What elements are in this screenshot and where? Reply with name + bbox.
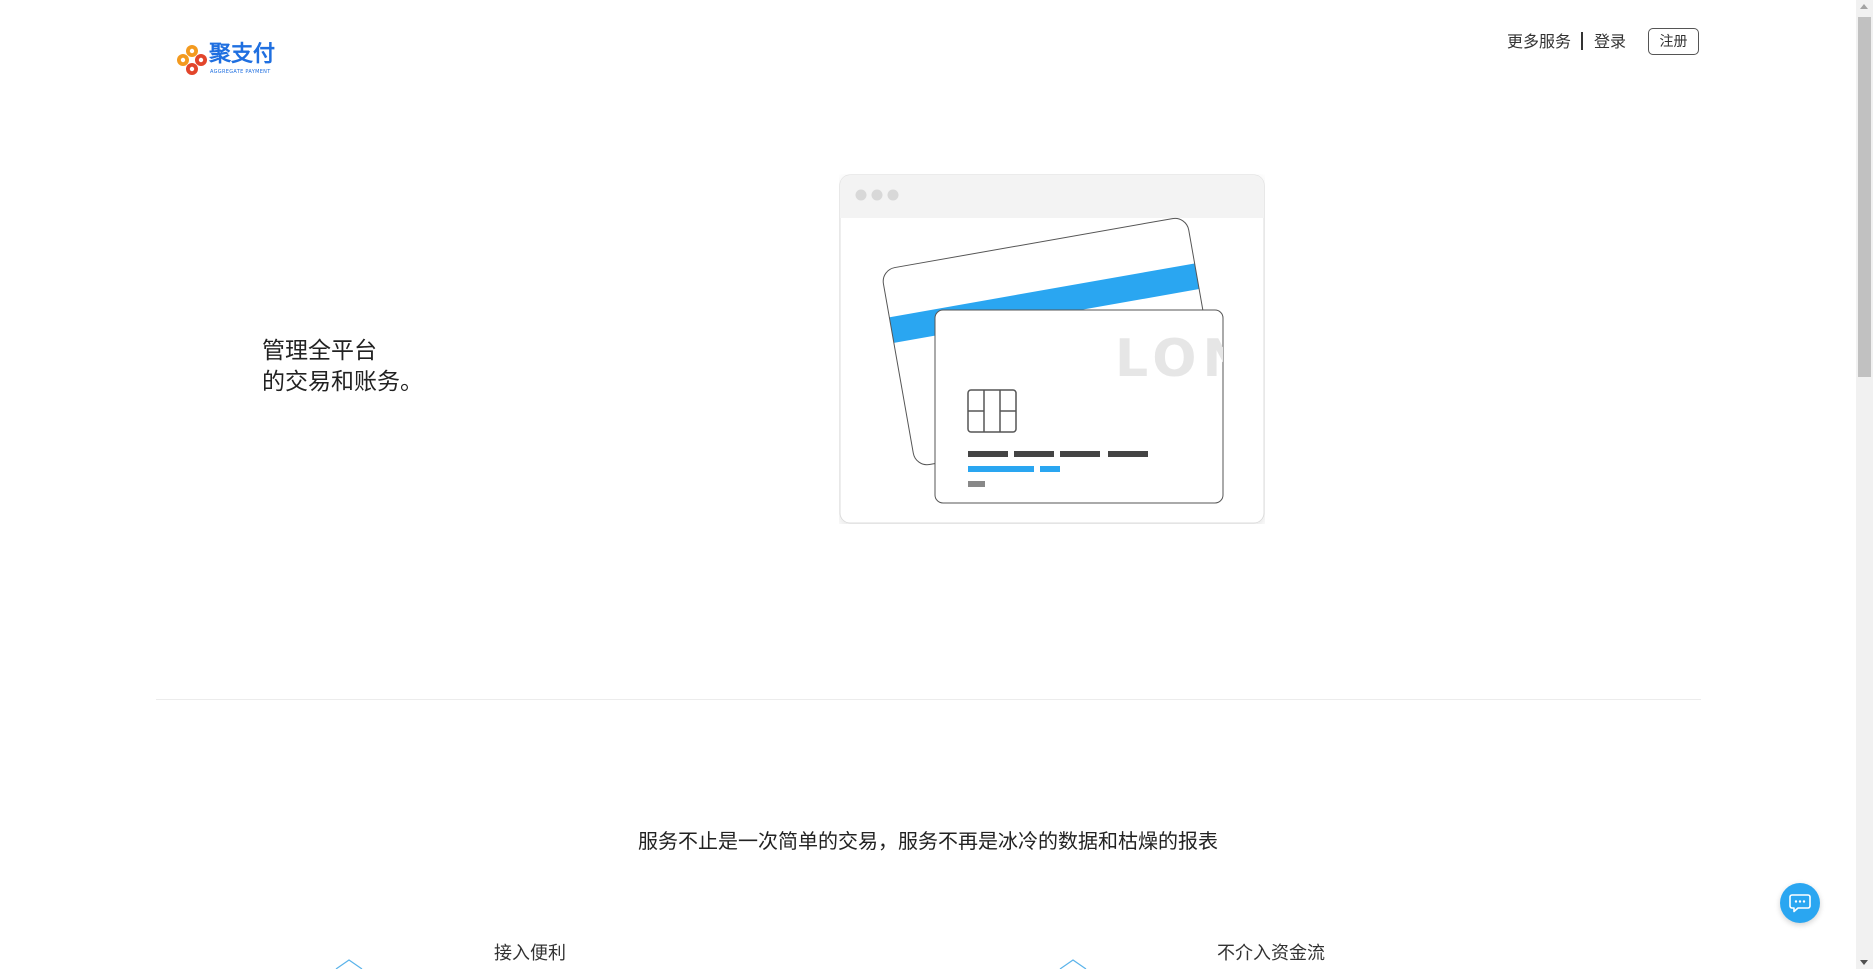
window-dot-icon (871, 189, 883, 201)
scroll-down-arrow-icon[interactable] (1860, 960, 1868, 965)
front-card: LON (934, 309, 1224, 504)
chat-bubble-icon (1789, 894, 1811, 913)
window-dot-icon (887, 189, 899, 201)
feature-title-access: 接入便利 (494, 943, 566, 964)
browser-titlebar (840, 175, 1264, 218)
feature-icon (335, 959, 363, 969)
login-link[interactable]: 登录 (1594, 31, 1626, 53)
hero-line-2: 的交易和账务。 (262, 369, 423, 395)
page: 聚支付 AGGREGATE PAYMENT 更多服务 登录 注册 管理全平台 的… (0, 0, 1873, 969)
more-services-link[interactable]: 更多服务 (1507, 31, 1571, 53)
feature-icon (1059, 959, 1087, 969)
scrollbar-thumb[interactable] (1858, 17, 1871, 377)
logo-subtext: AGGREGATE PAYMENT (210, 69, 271, 75)
register-button[interactable]: 注册 (1648, 28, 1699, 55)
section-divider (156, 699, 1701, 700)
feature-title-no-fund-flow: 不介入资金流 (1217, 943, 1325, 964)
card-chip-icon (967, 389, 1017, 433)
nav-separator (1581, 32, 1583, 50)
vertical-scrollbar[interactable] (1856, 0, 1873, 969)
slogan: 服务不止是一次简单的交易，服务不再是冰冷的数据和枯燥的报表 (638, 829, 1218, 853)
hero-line-1: 管理全平台 (262, 338, 377, 364)
hero-text: 管理全平台 的交易和账务。 (262, 336, 423, 398)
scroll-up-arrow-icon[interactable] (1860, 4, 1868, 9)
chat-button[interactable] (1780, 883, 1820, 923)
logo-mark-icon (177, 45, 207, 75)
credit-card-illustration: LON (839, 174, 1265, 524)
window-dot-icon (855, 189, 867, 201)
logo-text: 聚支付 (209, 42, 276, 67)
logo[interactable]: 聚支付 AGGREGATE PAYMENT (176, 42, 276, 78)
top-nav: 更多服务 登录 注册 (1480, 28, 1873, 58)
